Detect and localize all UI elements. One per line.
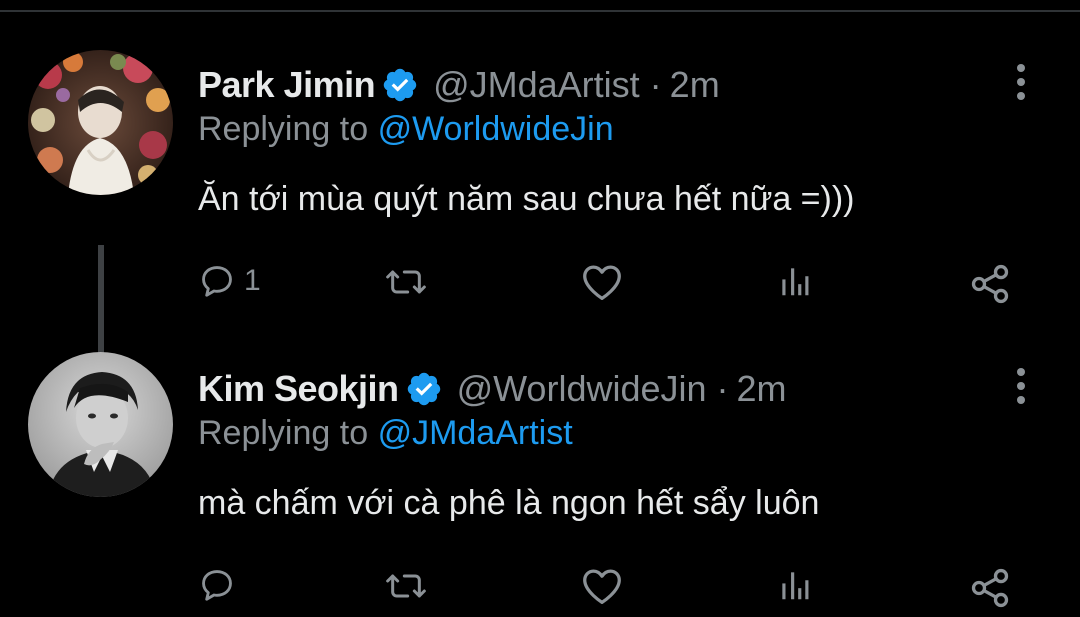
verified-badge-icon — [383, 68, 417, 102]
share-button[interactable] — [968, 262, 1012, 306]
replying-to-mention[interactable]: @JMdaArtist — [378, 414, 573, 452]
share-icon — [971, 568, 1009, 608]
replying-to-label: Replying to — [198, 414, 369, 452]
like-button[interactable] — [580, 566, 624, 606]
more-options-icon[interactable] — [1008, 366, 1034, 406]
views-button[interactable] — [776, 566, 814, 604]
heart-icon — [583, 569, 621, 604]
replying-to-mention[interactable]: @WorldwideJin — [378, 110, 614, 148]
avatar-image-icon — [28, 352, 173, 497]
more-options-icon[interactable] — [1008, 62, 1034, 102]
avatar[interactable] — [28, 352, 173, 497]
analytics-icon — [782, 268, 809, 296]
separator-dot: · — [649, 64, 662, 105]
reply-count: 1 — [244, 264, 261, 297]
tweet-actions: 1 — [0, 262, 1080, 312]
analytics-icon — [782, 572, 809, 600]
retweet-icon — [386, 574, 426, 598]
reply-icon — [202, 570, 232, 601]
share-button[interactable] — [968, 566, 1012, 610]
tweet-text: mà chấm với cà phê là ngon hết sẩy luôn — [198, 484, 820, 522]
tweet-header: Park Jimin @JMdaArtist · 2m — [198, 60, 720, 110]
tweet-text: Ăn tới mùa quýt năm sau chưa hết nữa =))… — [198, 180, 855, 218]
avatar-image-icon — [28, 50, 173, 195]
views-button[interactable] — [776, 262, 814, 300]
share-icon — [971, 264, 1009, 304]
retweet-button[interactable] — [384, 262, 428, 302]
timestamp[interactable]: 2m — [670, 64, 720, 106]
retweet-button[interactable] — [384, 566, 428, 606]
replying-to-label: Replying to — [198, 110, 369, 148]
like-button[interactable] — [580, 262, 624, 302]
reply-button[interactable]: 1 — [198, 262, 261, 300]
tweet[interactable]: Park Jimin @JMdaArtist · 2m Replying to … — [0, 48, 1080, 400]
timestamp[interactable]: 2m — [737, 368, 787, 410]
reply-button[interactable] — [198, 566, 244, 604]
display-name[interactable]: Park Jimin — [198, 64, 376, 106]
reply-icon — [202, 266, 232, 297]
verified-badge-icon — [407, 372, 440, 406]
retweet-icon — [386, 270, 426, 294]
user-handle[interactable]: @WorldwideJin — [457, 368, 707, 410]
user-handle[interactable]: @JMdaArtist — [433, 64, 640, 106]
tweet-actions — [0, 566, 1080, 616]
tweet[interactable]: Kim Seokjin @WorldwideJin · 2m Replying … — [0, 352, 1080, 617]
avatar[interactable] — [28, 50, 173, 195]
separator-dot: · — [716, 368, 729, 409]
replying-to: Replying to @JMdaArtist — [198, 414, 573, 453]
heart-icon — [583, 265, 621, 300]
tweet-header: Kim Seokjin @WorldwideJin · 2m — [198, 364, 787, 414]
display-name[interactable]: Kim Seokjin — [198, 368, 399, 410]
top-divider — [0, 0, 1080, 12]
replying-to: Replying to @WorldwideJin — [198, 110, 614, 149]
